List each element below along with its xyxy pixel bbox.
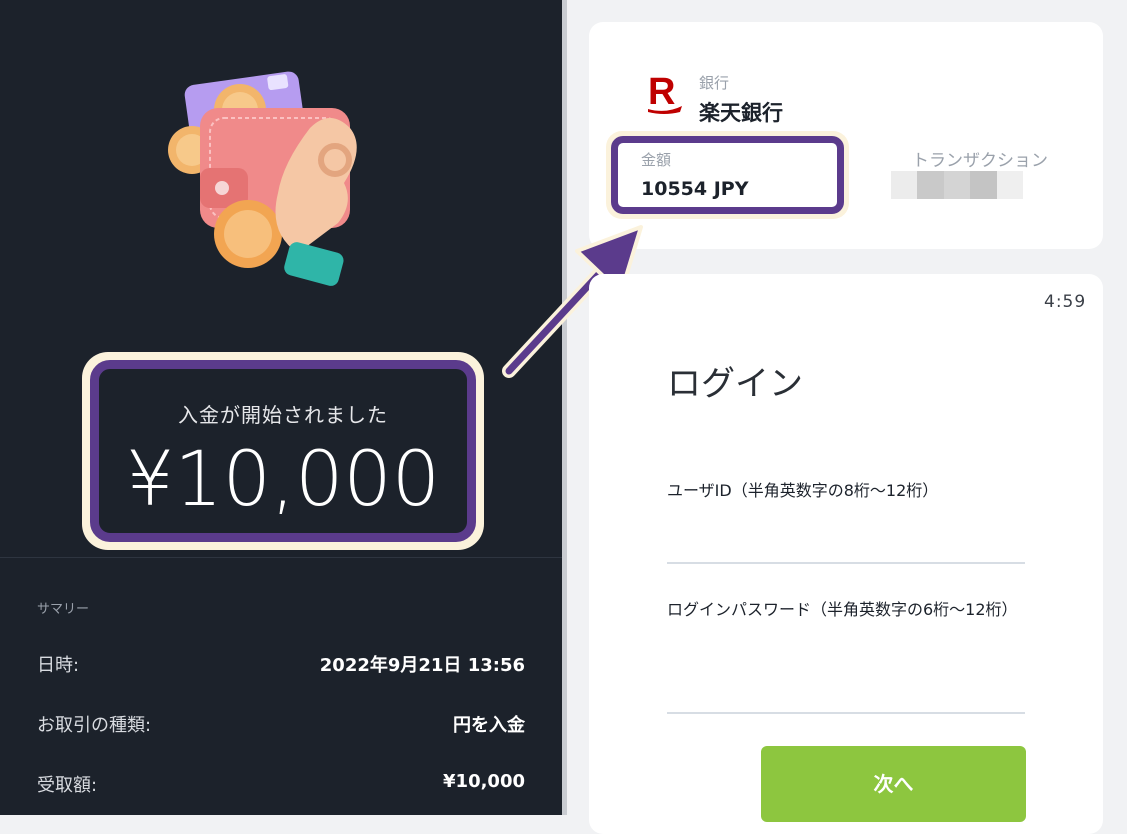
summary-value: 円を入金 bbox=[453, 715, 525, 736]
deposit-amount: ¥10,000 bbox=[125, 434, 441, 523]
amount-box: 金額 10554 JPY bbox=[611, 136, 844, 214]
summary-label: サマリー bbox=[37, 602, 90, 617]
password-input[interactable] bbox=[667, 676, 1029, 712]
countdown-timer: 4:59 bbox=[1044, 292, 1087, 312]
panel-divider bbox=[562, 0, 567, 815]
amount-highlight: 金額 10554 JPY bbox=[606, 131, 849, 219]
divider-line bbox=[0, 557, 562, 558]
user-id-input[interactable] bbox=[667, 526, 1029, 562]
summary-row-type: お取引の種類: 円を入金 bbox=[37, 711, 525, 737]
summary-value: ¥10,000 bbox=[443, 771, 525, 792]
transaction-label: トランザクション bbox=[912, 151, 1048, 171]
deposit-box: 入金が開始されました ¥10,000 bbox=[90, 360, 476, 542]
bank-name: 楽天銀行 bbox=[699, 101, 783, 125]
user-id-label: ユーザID（半角英数字の8桁〜12桁） bbox=[667, 481, 939, 500]
summary-key: 受取額: bbox=[37, 775, 98, 796]
svg-text:R: R bbox=[648, 71, 675, 113]
password-label: ログインパスワード（半角英数字の6桁〜12桁） bbox=[667, 600, 1018, 619]
deposit-panel: 入金が開始されました ¥10,000 サマリー 日時: 2022年9月21日 1… bbox=[0, 0, 562, 815]
deposit-title: 入金が開始されました bbox=[178, 403, 388, 427]
password-underline bbox=[667, 712, 1025, 714]
summary-key: お取引の種類: bbox=[37, 715, 152, 736]
amount-value: 10554 JPY bbox=[641, 178, 749, 200]
next-button[interactable]: 次へ bbox=[761, 746, 1026, 822]
summary-row-received: 受取額: ¥10,000 bbox=[37, 771, 525, 797]
user-id-underline bbox=[667, 562, 1025, 564]
summary-value: 2022年9月21日 13:56 bbox=[319, 655, 525, 676]
wallet-illustration bbox=[168, 71, 357, 286]
summary-row-datetime: 日時: 2022年9月21日 13:56 bbox=[37, 651, 525, 677]
deposit-highlight: 入金が開始されました ¥10,000 bbox=[82, 352, 484, 550]
amount-label: 金額 bbox=[641, 151, 672, 169]
summary-key: 日時: bbox=[37, 655, 80, 676]
rakuten-logo-icon: R bbox=[648, 71, 682, 114]
login-title: ログイン bbox=[667, 364, 803, 404]
bank-label: 銀行 bbox=[699, 74, 730, 92]
transaction-id-blurred bbox=[891, 171, 1024, 199]
